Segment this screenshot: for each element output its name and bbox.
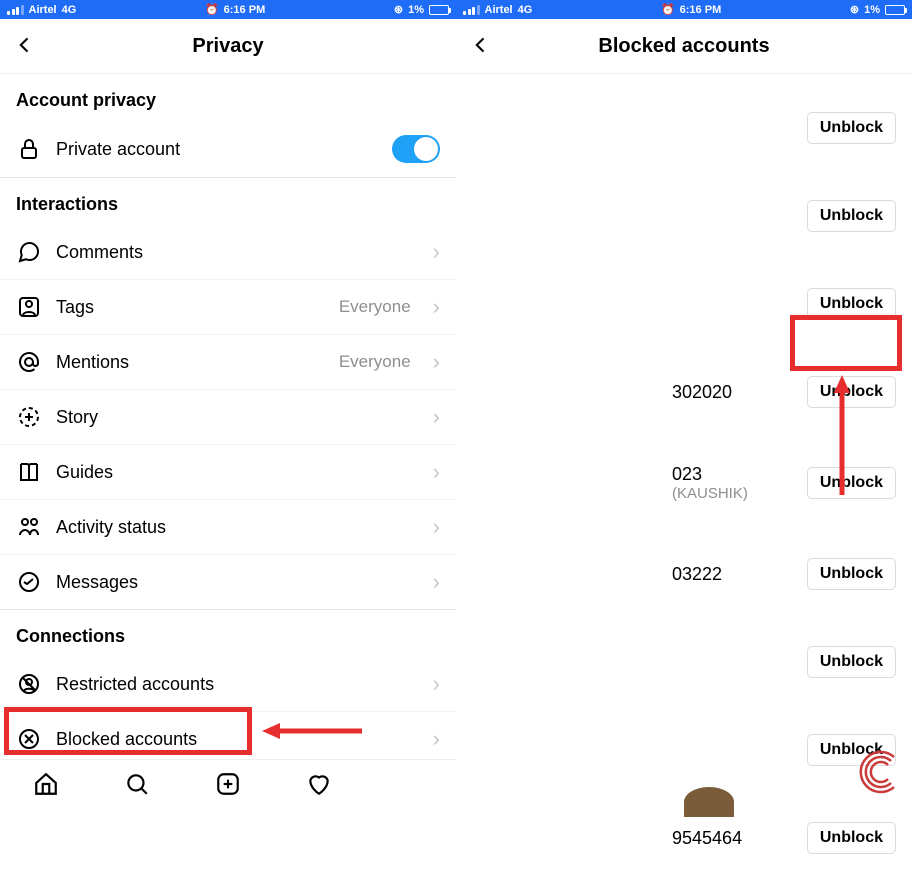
search-icon[interactable] xyxy=(123,770,151,798)
blocked-accounts-screen: Airtel 4G ⏰ 6:16 PM ⊛ 1% Blocked account… xyxy=(456,0,912,807)
bottom-nav xyxy=(0,759,456,807)
section-account-privacy: Account privacy xyxy=(0,74,456,121)
messages-label: Messages xyxy=(56,572,419,593)
comments-label: Comments xyxy=(56,242,419,263)
blocked-row: Unblock xyxy=(456,706,912,794)
alarm-icon: ⏰ xyxy=(205,3,219,16)
story-label: Story xyxy=(56,407,419,428)
activity-heart-icon[interactable] xyxy=(305,770,333,798)
signal-icon xyxy=(463,5,480,15)
page-title: Privacy xyxy=(0,35,456,58)
signal-icon xyxy=(7,5,24,15)
blocked-row: Unblock xyxy=(456,618,912,706)
comment-icon xyxy=(16,239,42,265)
activity-status-row[interactable]: Activity status › xyxy=(0,500,456,555)
private-account-row[interactable]: Private account xyxy=(0,121,456,178)
tags-row[interactable]: Tags Everyone › xyxy=(0,280,456,335)
messages-icon xyxy=(16,569,42,595)
annotation-box-blocked xyxy=(4,707,252,755)
chevron-right-icon: › xyxy=(433,569,440,595)
tags-value: Everyone xyxy=(339,297,411,317)
username-label: 023(KAUSHIK) xyxy=(472,464,797,502)
comments-row[interactable]: Comments › xyxy=(0,225,456,280)
annotation-box-unblock xyxy=(790,315,902,371)
blocked-row: Unblock xyxy=(456,84,912,172)
chevron-right-icon: › xyxy=(433,459,440,485)
avatar xyxy=(684,787,734,817)
network-label: 4G xyxy=(62,4,77,16)
chevron-right-icon: › xyxy=(433,239,440,265)
username-label: 9545464 xyxy=(472,828,797,849)
restricted-row[interactable]: Restricted accounts › xyxy=(0,657,456,712)
chevron-right-icon: › xyxy=(433,404,440,430)
annotation-arrow-left xyxy=(262,716,372,746)
tags-label: Tags xyxy=(56,297,325,318)
carrier-label: Airtel xyxy=(29,4,57,16)
privacy-screen: Airtel 4G ⏰ 6:16 PM ⊛ 1% Privacy Account… xyxy=(0,0,456,807)
guides-label: Guides xyxy=(56,462,419,483)
rotation-lock-icon: ⊛ xyxy=(394,3,403,16)
unblock-button[interactable]: Unblock xyxy=(807,200,896,232)
private-account-toggle[interactable] xyxy=(392,135,440,163)
section-connections: Connections xyxy=(0,610,456,657)
time-label: 6:16 PM xyxy=(680,4,722,16)
header: Blocked accounts xyxy=(456,19,912,74)
rotation-lock-icon: ⊛ xyxy=(850,3,859,16)
status-bar: Airtel 4G ⏰ 6:16 PM ⊛ 1% xyxy=(0,0,456,19)
alarm-icon: ⏰ xyxy=(661,3,675,16)
mentions-label: Mentions xyxy=(56,352,325,373)
restricted-icon xyxy=(16,671,42,697)
unblock-button[interactable]: Unblock xyxy=(807,822,896,854)
time-label: 6:16 PM xyxy=(224,4,266,16)
status-bar: Airtel 4G ⏰ 6:16 PM ⊛ 1% xyxy=(456,0,912,19)
private-account-label: Private account xyxy=(56,139,378,160)
chevron-right-icon: › xyxy=(433,349,440,375)
messages-row[interactable]: Messages › xyxy=(0,555,456,610)
unblock-button[interactable]: Unblock xyxy=(807,112,896,144)
username-label: 302020 xyxy=(472,382,797,403)
battery-icon xyxy=(885,5,905,15)
story-row[interactable]: Story › xyxy=(0,390,456,445)
battery-label: 1% xyxy=(408,4,424,16)
chevron-right-icon: › xyxy=(433,294,440,320)
story-icon xyxy=(16,404,42,430)
profile-icon[interactable] xyxy=(396,770,424,798)
home-icon[interactable] xyxy=(32,770,60,798)
username-label: 03222 xyxy=(472,564,797,585)
lock-icon xyxy=(16,136,42,162)
add-post-icon[interactable] xyxy=(214,770,242,798)
activity-label: Activity status xyxy=(56,517,419,538)
unblock-button[interactable]: Unblock xyxy=(807,558,896,590)
section-interactions: Interactions xyxy=(0,178,456,225)
chevron-right-icon: › xyxy=(433,726,440,752)
page-title: Blocked accounts xyxy=(456,35,912,58)
mentions-value: Everyone xyxy=(339,352,411,372)
guides-icon xyxy=(16,459,42,485)
blocked-row: Unblock xyxy=(456,172,912,260)
activity-icon xyxy=(16,514,42,540)
header: Privacy xyxy=(0,19,456,74)
guides-row[interactable]: Guides › xyxy=(0,445,456,500)
battery-icon xyxy=(429,5,449,15)
carrier-label: Airtel xyxy=(485,4,513,16)
at-icon xyxy=(16,349,42,375)
unblock-button[interactable]: Unblock xyxy=(807,646,896,678)
blocked-row: 03222 Unblock xyxy=(456,530,912,618)
chevron-right-icon: › xyxy=(433,671,440,697)
mentions-row[interactable]: Mentions Everyone › xyxy=(0,335,456,390)
network-label: 4G xyxy=(518,4,533,16)
battery-label: 1% xyxy=(864,4,880,16)
watermark-logo xyxy=(854,747,904,797)
chevron-right-icon: › xyxy=(433,514,440,540)
restricted-label: Restricted accounts xyxy=(56,674,419,695)
tags-icon xyxy=(16,294,42,320)
annotation-arrow-up xyxy=(827,375,857,505)
